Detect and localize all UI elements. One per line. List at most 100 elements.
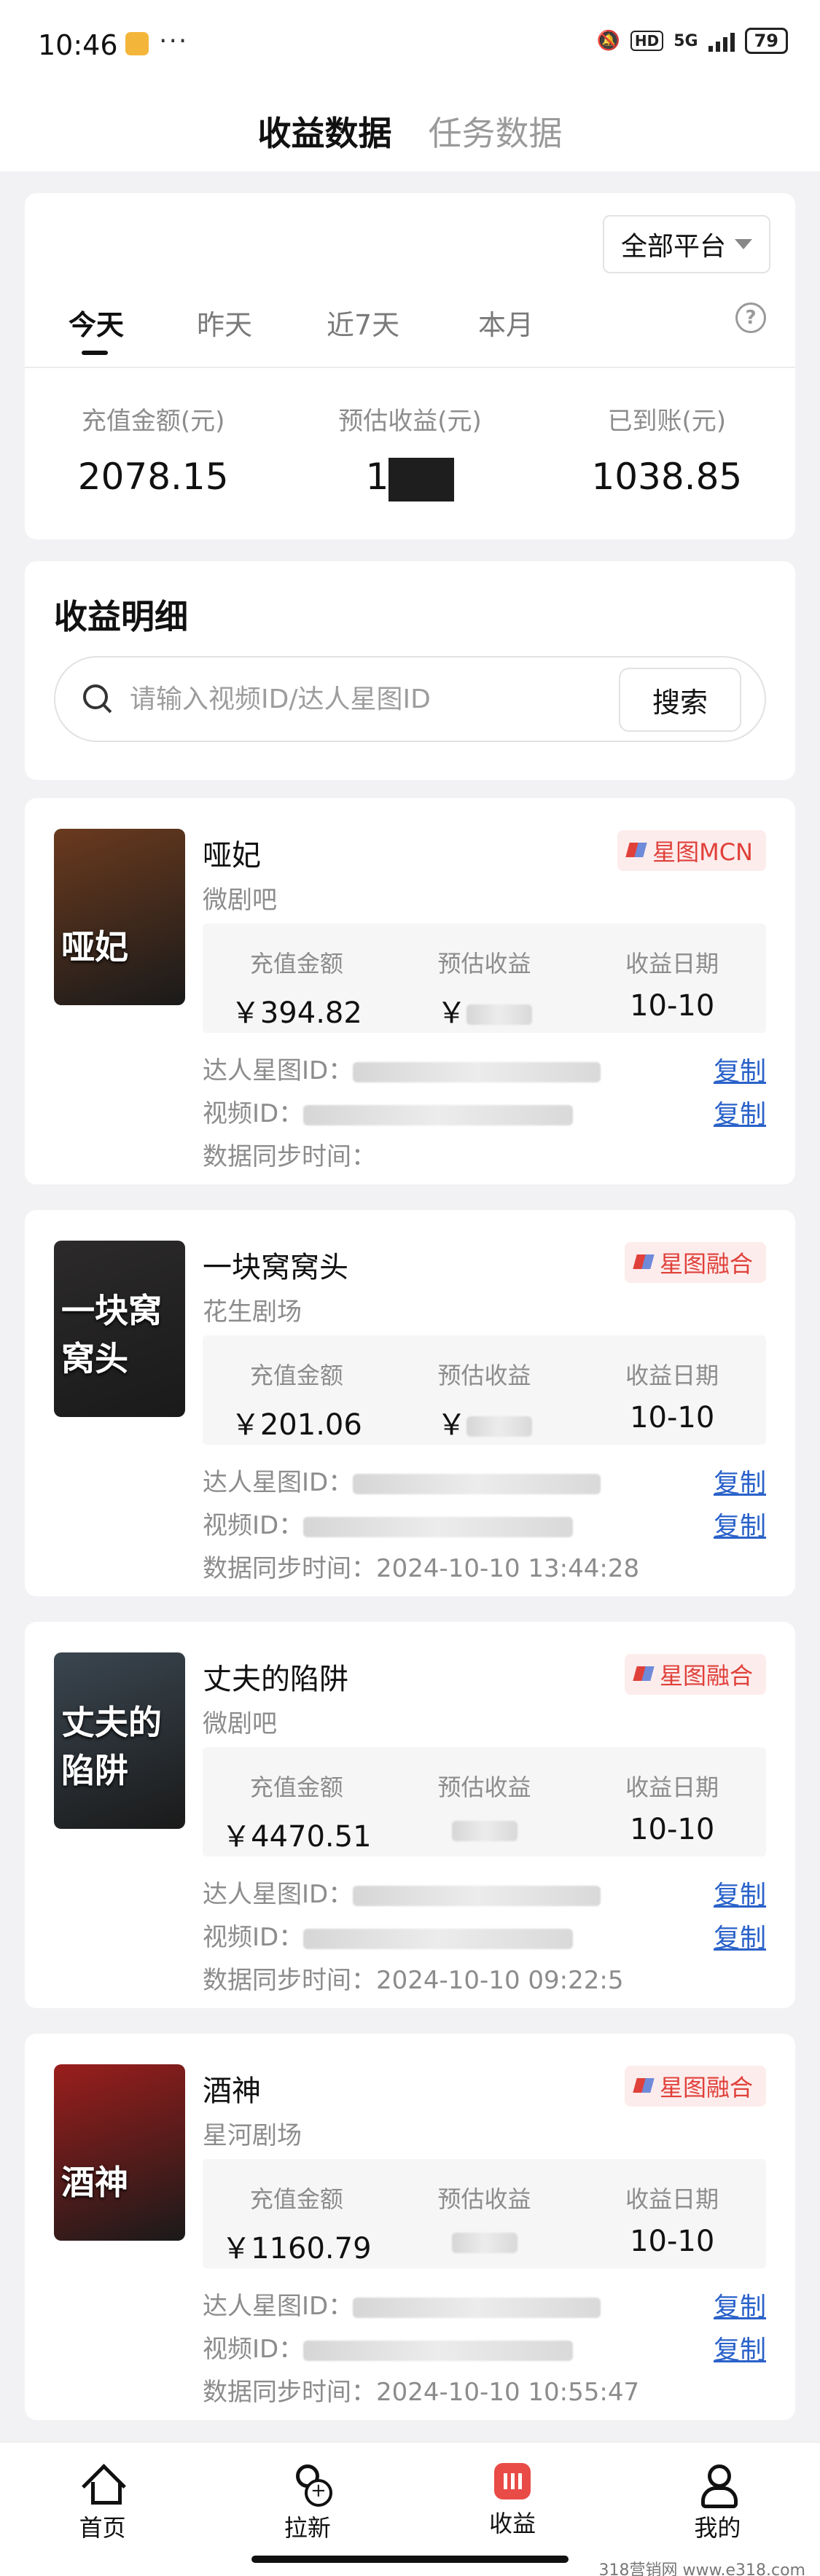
video-id-row: 视频ID： 复制 bbox=[203, 1505, 766, 1543]
drama-earning-card[interactable]: 哑妃 哑妃 微剧吧 星图MCN 充值金额 ￥394.82 预估收益 ￥ 收益日期 10… bbox=[25, 798, 795, 1184]
redacted-id bbox=[353, 2297, 601, 2318]
source-badge: 星图融合 bbox=[624, 1242, 766, 1283]
signal-icon bbox=[708, 30, 735, 52]
metric-value: 1 bbox=[365, 456, 389, 498]
stat-value: 10-10 bbox=[630, 2225, 715, 2258]
stat-label: 预估收益 bbox=[437, 1362, 531, 1389]
summary-metrics: 充值金额(元) 2078.15 预估收益(元) 1 已到账(元) 1038.85 bbox=[25, 401, 795, 501]
drama-earning-card[interactable]: 丈夫的陷阱 丈夫的陷阱 微剧吧 星图融合 充值金额 ￥4470.51 预估收益 收… bbox=[25, 1622, 795, 2008]
sync-time-row: 数据同步时间：2024-10-10 10:55:47 bbox=[203, 2372, 766, 2408]
redacted-id bbox=[353, 1473, 601, 1494]
copy-video-id-link[interactable]: 复制 bbox=[714, 1917, 766, 1955]
stat-estimate: 预估收益 bbox=[391, 2159, 579, 2268]
drama-poster: 一块窝窝头 bbox=[54, 1241, 185, 1417]
redacted-id bbox=[353, 1061, 601, 1082]
earnings-summary-card: 全部平台 今天 昨天 近7天 本月 ? 充值金额(元) 2078.15 预估收益… bbox=[25, 193, 795, 539]
tab-home[interactable]: 首页 bbox=[0, 2443, 205, 2576]
platform-dropdown[interactable]: 全部平台 bbox=[603, 215, 770, 273]
home-icon bbox=[82, 2463, 123, 2505]
metric-estimate: 预估收益(元) 1 bbox=[281, 401, 538, 501]
stat-label: 预估收益 bbox=[437, 950, 531, 977]
copy-talent-id-link[interactable]: 复制 bbox=[714, 1050, 766, 1088]
tab-label: 我的 bbox=[694, 2514, 741, 2542]
copy-video-id-link[interactable]: 复制 bbox=[714, 2329, 766, 2367]
poster-title-text: 哑妃 bbox=[61, 927, 128, 967]
tab-profile[interactable]: 我的 bbox=[615, 2443, 820, 2576]
badge-label: 星图融合 bbox=[659, 1662, 753, 1690]
row-label: 视频ID： bbox=[203, 2335, 304, 2364]
copy-talent-id-link[interactable]: 复制 bbox=[714, 1462, 766, 1500]
drama-earning-card[interactable]: 酒神 酒神 星河剧场 星图融合 充值金额 ￥1160.79 预估收益 收益日期 10… bbox=[25, 2034, 795, 2420]
talent-id-row: 达人星图ID： 复制 bbox=[203, 2286, 766, 2322]
stat-value: ￥394.82 bbox=[230, 996, 362, 1030]
period-tab-yesterday[interactable]: 昨天 bbox=[197, 303, 252, 343]
bar-chart-icon bbox=[494, 2463, 531, 2499]
badge-label: 星图融合 bbox=[659, 2074, 753, 2101]
sync-time-value: 2024-10-10 09:22:5 bbox=[376, 1966, 624, 1995]
talent-id-row: 达人星图ID： 复制 bbox=[203, 1874, 766, 1910]
metric-label: 已到账(元) bbox=[607, 407, 727, 436]
battery-icon: 79 bbox=[744, 28, 788, 54]
redacted-id bbox=[303, 1928, 574, 1949]
metric-label: 预估收益(元) bbox=[338, 407, 482, 436]
row-label: 数据同步时间： bbox=[203, 1966, 376, 1995]
poster-title-text: 酒神 bbox=[61, 2163, 128, 2202]
video-id-row: 视频ID： 复制 bbox=[203, 1917, 766, 1955]
stats-panel: 充值金额 ￥394.82 预估收益 ￥ 收益日期 10-10 bbox=[203, 924, 766, 1033]
copy-video-id-link[interactable]: 复制 bbox=[714, 1505, 766, 1543]
tab-earnings-data[interactable]: 收益数据 bbox=[258, 107, 392, 155]
status-time: 10:46 bbox=[38, 29, 118, 61]
stat-label: 收益日期 bbox=[625, 950, 719, 977]
redacted-id bbox=[303, 1104, 574, 1125]
period-tab-7days[interactable]: 近7天 bbox=[327, 303, 399, 343]
user-icon bbox=[697, 2463, 738, 2508]
tab-label: 拉新 bbox=[284, 2514, 331, 2542]
redacted-id bbox=[303, 2340, 574, 2361]
source-badge: 星图融合 bbox=[624, 2066, 766, 2107]
drama-title: 一块窝窝头 bbox=[203, 1251, 348, 1284]
row-label: 视频ID： bbox=[203, 1099, 304, 1128]
search-button[interactable]: 搜索 bbox=[619, 668, 741, 732]
copy-talent-id-link[interactable]: 复制 bbox=[714, 2286, 766, 2324]
xingtu-logo-icon bbox=[628, 841, 647, 860]
stats-panel: 充值金额 ￥4470.51 预估收益 收益日期 10-10 bbox=[203, 1747, 766, 1857]
redaction-block bbox=[388, 457, 455, 501]
search-input[interactable] bbox=[130, 684, 596, 714]
stat-date: 收益日期 10-10 bbox=[578, 2159, 766, 2268]
tab-task-data[interactable]: 任务数据 bbox=[429, 107, 563, 155]
drama-earning-card[interactable]: 一块窝窝头 一块窝窝头 花生剧场 星图融合 充值金额 ￥201.06 预估收益 ￥ … bbox=[25, 1210, 795, 1596]
network-gen-label: 5G bbox=[673, 31, 698, 50]
redacted-id bbox=[303, 1516, 574, 1537]
row-label: 视频ID： bbox=[203, 1923, 304, 1952]
stat-label: 收益日期 bbox=[625, 2185, 719, 2213]
stat-value: 10-10 bbox=[630, 1813, 715, 1846]
period-tab-today[interactable]: 今天 bbox=[69, 303, 124, 343]
mute-icon: 🔕 bbox=[596, 30, 620, 52]
copy-video-id-link[interactable]: 复制 bbox=[714, 1093, 766, 1131]
help-icon[interactable]: ? bbox=[735, 303, 766, 333]
row-label: 数据同步时间： bbox=[203, 1554, 376, 1583]
earnings-detail-card: 收益明细 搜索 bbox=[25, 561, 795, 780]
stat-label: 预估收益 bbox=[437, 1773, 531, 1801]
more-notifications-icon: ··· bbox=[159, 26, 189, 56]
drama-title: 丈夫的陷阱 bbox=[203, 1663, 348, 1696]
badge-label: 星图融合 bbox=[659, 1250, 753, 1278]
metric-label: 充值金额(元) bbox=[81, 407, 225, 436]
watermark-text: 318营销网 www.e318.com bbox=[598, 2561, 805, 2576]
hd-icon: HD bbox=[630, 31, 664, 51]
stat-date: 收益日期 10-10 bbox=[578, 1335, 766, 1445]
search-bar: 搜索 bbox=[54, 656, 766, 742]
row-label: 达人星图ID： bbox=[203, 2292, 354, 2321]
stat-value: ￥1160.79 bbox=[222, 2232, 372, 2265]
redacted-id bbox=[353, 1885, 601, 1906]
period-tab-month[interactable]: 本月 bbox=[478, 303, 534, 343]
notification-app-icon bbox=[125, 32, 149, 55]
stat-value: ￥ bbox=[437, 1408, 466, 1442]
source-badge: 星图MCN bbox=[617, 830, 766, 871]
xingtu-logo-icon bbox=[635, 2077, 654, 2096]
stat-value: ￥4470.51 bbox=[222, 1820, 372, 1854]
drama-platform: 微剧吧 bbox=[203, 1709, 277, 1738]
status-bar: 10:46 ··· 🔕 HD 5G 79 bbox=[0, 0, 820, 91]
metric-value: 2078.15 bbox=[77, 456, 229, 498]
copy-talent-id-link[interactable]: 复制 bbox=[714, 1874, 766, 1912]
